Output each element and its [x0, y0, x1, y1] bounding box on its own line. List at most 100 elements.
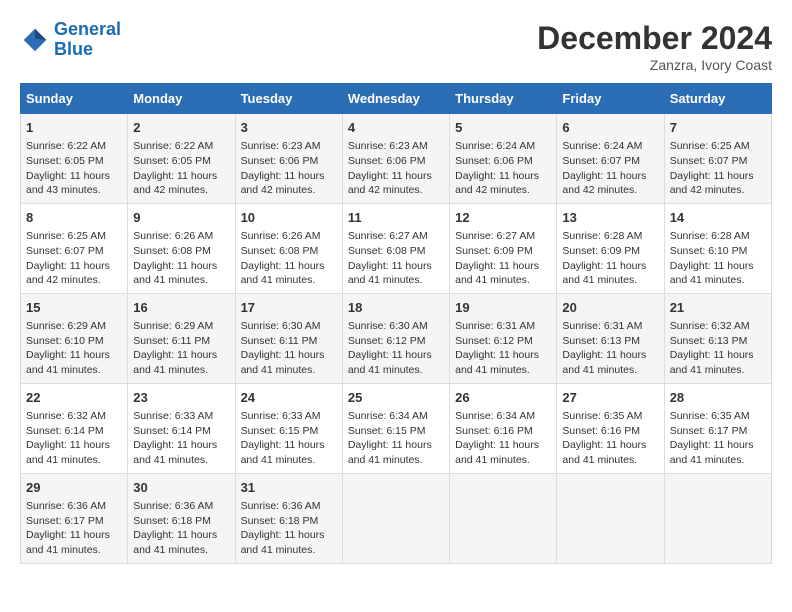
location: Zanzra, Ivory Coast	[537, 57, 772, 73]
day-number: 7	[670, 119, 766, 137]
day-info: Sunrise: 6:28 AMSunset: 6:10 PMDaylight:…	[670, 229, 766, 288]
calendar-cell: 24Sunrise: 6:33 AMSunset: 6:15 PMDayligh…	[235, 383, 342, 473]
logo-text: General Blue	[54, 20, 121, 60]
calendar-cell: 18Sunrise: 6:30 AMSunset: 6:12 PMDayligh…	[342, 293, 449, 383]
day-number: 29	[26, 479, 122, 497]
calendar-cell: 23Sunrise: 6:33 AMSunset: 6:14 PMDayligh…	[128, 383, 235, 473]
calendar-cell: 16 Sunrise: 6:29 AMSunset: 6:11 PMDayligh…	[128, 293, 235, 383]
day-info: Sunrise: 6:34 AMSunset: 6:15 PMDaylight:…	[348, 409, 444, 468]
day-number: 30	[133, 479, 229, 497]
calendar-cell: 7Sunrise: 6:25 AMSunset: 6:07 PMDaylight…	[664, 114, 771, 204]
calendar-cell: 17 Sunrise: 6:30 AMSunset: 6:11 PMDayligh…	[235, 293, 342, 383]
day-info: Sunrise: 6:34 AMSunset: 6:16 PMDaylight:…	[455, 409, 551, 468]
week-row-2: 8Sunrise: 6:25 AMSunset: 6:07 PMDaylight…	[21, 203, 772, 293]
day-number: 17	[241, 299, 337, 317]
day-number: 31	[241, 479, 337, 497]
calendar-cell: 26 Sunrise: 6:34 AMSunset: 6:16 PMDayligh…	[450, 383, 557, 473]
day-number: 10	[241, 209, 337, 227]
calendar-table: SundayMondayTuesdayWednesdayThursdayFrid…	[20, 83, 772, 564]
week-row-1: 1 Sunrise: 6:22 AMSunset: 6:05 PMDaylight…	[21, 114, 772, 204]
page-header: General Blue December 2024 Zanzra, Ivory…	[20, 20, 772, 73]
day-number: 3	[241, 119, 337, 137]
day-number: 21	[670, 299, 766, 317]
calendar-cell: 31 Sunrise: 6:36 AMSunset: 6:18 PMDayligh…	[235, 473, 342, 563]
day-number: 20	[562, 299, 658, 317]
day-number: 5	[455, 119, 551, 137]
calendar-cell: 27 Sunrise: 6:35 AMSunset: 6:16 PMDayligh…	[557, 383, 664, 473]
calendar-cell: 12 Sunrise: 6:27 AMSunset: 6:09 PMDayligh…	[450, 203, 557, 293]
calendar-cell: 28Sunrise: 6:35 AMSunset: 6:17 PMDayligh…	[664, 383, 771, 473]
day-info: Sunrise: 6:23 AMSunset: 6:06 PMDaylight:…	[241, 139, 337, 198]
calendar-cell: 9Sunrise: 6:26 AMSunset: 6:08 PMDaylight…	[128, 203, 235, 293]
day-number: 23	[133, 389, 229, 407]
day-number: 16	[133, 299, 229, 317]
logo-icon	[20, 25, 50, 55]
header-monday: Monday	[128, 84, 235, 114]
day-number: 12	[455, 209, 551, 227]
day-number: 18	[348, 299, 444, 317]
header-friday: Friday	[557, 84, 664, 114]
header-sunday: Sunday	[21, 84, 128, 114]
day-info: Sunrise: 6:31 AMSunset: 6:13 PMDaylight:…	[562, 319, 658, 378]
day-info: Sunrise: 6:26 AMSunset: 6:08 PMDaylight:…	[241, 229, 337, 288]
calendar-header: SundayMondayTuesdayWednesdayThursdayFrid…	[21, 84, 772, 114]
day-info: Sunrise: 6:28 AMSunset: 6:09 PMDaylight:…	[562, 229, 658, 288]
day-number: 27	[562, 389, 658, 407]
day-info: Sunrise: 6:35 AMSunset: 6:16 PMDaylight:…	[562, 409, 658, 468]
day-number: 1	[26, 119, 122, 137]
calendar-cell: 8Sunrise: 6:25 AMSunset: 6:07 PMDaylight…	[21, 203, 128, 293]
calendar-body: 1 Sunrise: 6:22 AMSunset: 6:05 PMDaylight…	[21, 114, 772, 564]
calendar-cell	[664, 473, 771, 563]
month-title: December 2024	[537, 20, 772, 57]
calendar-cell: 11 Sunrise: 6:27 AMSunset: 6:08 PMDayligh…	[342, 203, 449, 293]
day-number: 6	[562, 119, 658, 137]
day-number: 22	[26, 389, 122, 407]
day-info: Sunrise: 6:27 AMSunset: 6:08 PMDaylight:…	[348, 229, 444, 288]
day-number: 4	[348, 119, 444, 137]
day-number: 19	[455, 299, 551, 317]
calendar-cell	[557, 473, 664, 563]
day-info: Sunrise: 6:32 AMSunset: 6:13 PMDaylight:…	[670, 319, 766, 378]
day-number: 14	[670, 209, 766, 227]
week-row-5: 29 Sunrise: 6:36 AMSunset: 6:17 PMDayligh…	[21, 473, 772, 563]
calendar-cell: 19 Sunrise: 6:31 AMSunset: 6:12 PMDayligh…	[450, 293, 557, 383]
title-block: December 2024 Zanzra, Ivory Coast	[537, 20, 772, 73]
calendar-cell: 4Sunrise: 6:23 AMSunset: 6:06 PMDaylight…	[342, 114, 449, 204]
logo-line2: Blue	[54, 39, 93, 59]
header-wednesday: Wednesday	[342, 84, 449, 114]
day-info: Sunrise: 6:24 AMSunset: 6:07 PMDaylight:…	[562, 139, 658, 198]
header-thursday: Thursday	[450, 84, 557, 114]
day-info: Sunrise: 6:36 AMSunset: 6:17 PMDaylight:…	[26, 499, 122, 558]
day-number: 11	[348, 209, 444, 227]
calendar-cell: 3 Sunrise: 6:23 AMSunset: 6:06 PMDaylight…	[235, 114, 342, 204]
day-number: 25	[348, 389, 444, 407]
day-info: Sunrise: 6:27 AMSunset: 6:09 PMDaylight:…	[455, 229, 551, 288]
logo-line1: General	[54, 19, 121, 39]
logo: General Blue	[20, 20, 121, 60]
calendar-cell: 15 Sunrise: 6:29 AMSunset: 6:10 PMDayligh…	[21, 293, 128, 383]
day-number: 28	[670, 389, 766, 407]
calendar-cell: 13 Sunrise: 6:28 AMSunset: 6:09 PMDayligh…	[557, 203, 664, 293]
calendar-cell: 20 Sunrise: 6:31 AMSunset: 6:13 PMDayligh…	[557, 293, 664, 383]
day-number: 13	[562, 209, 658, 227]
calendar-cell: 1Sunrise: 6:22 AMSunset: 6:05 PMDaylight…	[21, 114, 128, 204]
calendar-cell	[450, 473, 557, 563]
calendar-cell: 22Sunrise: 6:32 AMSunset: 6:14 PMDayligh…	[21, 383, 128, 473]
header-row: SundayMondayTuesdayWednesdayThursdayFrid…	[21, 84, 772, 114]
day-info: Sunrise: 6:36 AMSunset: 6:18 PMDaylight:…	[133, 499, 229, 558]
calendar-cell: 10 Sunrise: 6:26 AMSunset: 6:08 PMDayligh…	[235, 203, 342, 293]
day-info: Sunrise: 6:29 AMSunset: 6:11 PMDaylight:…	[133, 319, 229, 378]
day-info: Sunrise: 6:24 AMSunset: 6:06 PMDaylight:…	[455, 139, 551, 198]
day-number: 26	[455, 389, 551, 407]
day-number: 9	[133, 209, 229, 227]
calendar-cell: 25 Sunrise: 6:34 AMSunset: 6:15 PMDayligh…	[342, 383, 449, 473]
calendar-cell: 29 Sunrise: 6:36 AMSunset: 6:17 PMDayligh…	[21, 473, 128, 563]
day-number: 24	[241, 389, 337, 407]
day-info: Sunrise: 6:22 AMSunset: 6:05 PMDaylight:…	[133, 139, 229, 198]
day-number: 15	[26, 299, 122, 317]
day-info: Sunrise: 6:30 AMSunset: 6:11 PMDaylight:…	[241, 319, 337, 378]
week-row-4: 22Sunrise: 6:32 AMSunset: 6:14 PMDayligh…	[21, 383, 772, 473]
day-info: Sunrise: 6:31 AMSunset: 6:12 PMDaylight:…	[455, 319, 551, 378]
day-info: Sunrise: 6:36 AMSunset: 6:18 PMDaylight:…	[241, 499, 337, 558]
day-info: Sunrise: 6:29 AMSunset: 6:10 PMDaylight:…	[26, 319, 122, 378]
